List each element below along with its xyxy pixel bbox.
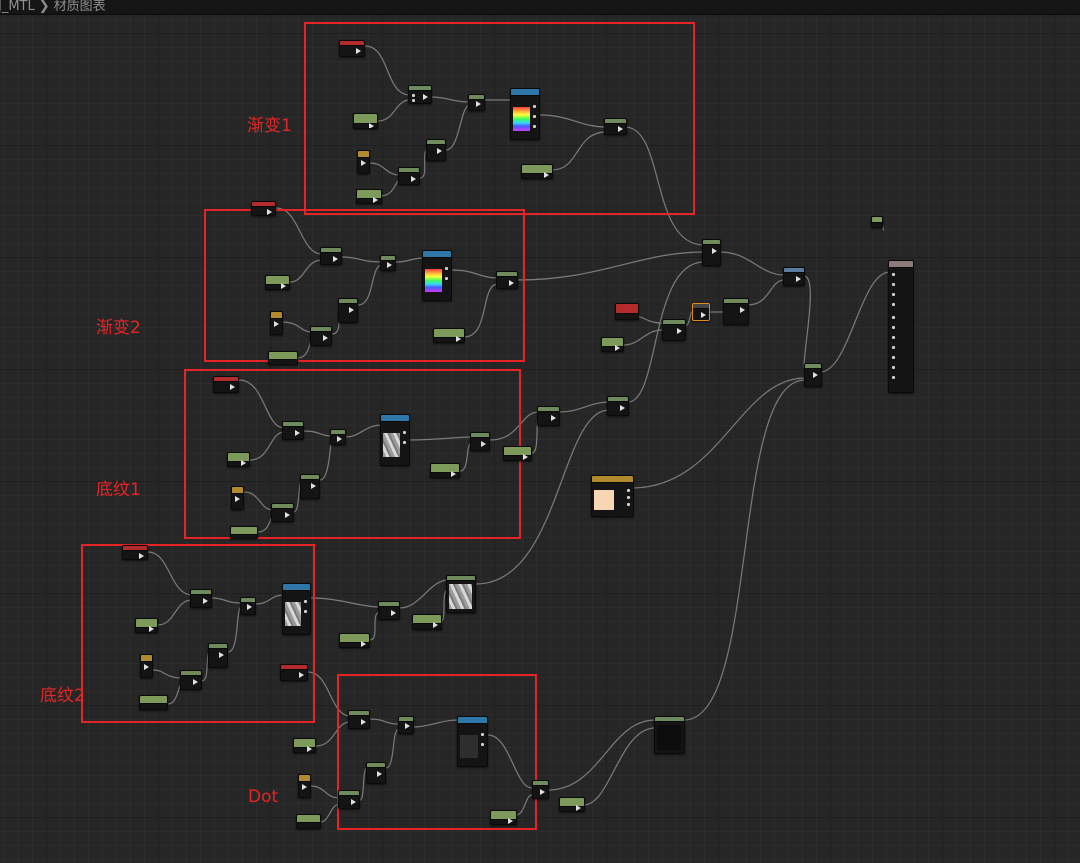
group-label-gradient1: 渐变1 (247, 116, 292, 136)
graph-node[interactable] (339, 633, 370, 648)
graph-node[interactable] (521, 164, 553, 179)
graph-node[interactable] (180, 670, 202, 690)
graph-node[interactable] (378, 601, 400, 620)
graph-node[interactable] (293, 738, 316, 753)
graph-node[interactable] (470, 432, 490, 451)
graph-node[interactable] (692, 303, 710, 321)
texture-sample-node[interactable] (282, 583, 311, 635)
graph-node[interactable] (366, 762, 386, 784)
graph-node[interactable] (348, 710, 370, 729)
graph-node[interactable] (496, 271, 518, 289)
graph-node[interactable] (339, 40, 365, 57)
group-box-gradient2 (204, 209, 525, 362)
texture-sample-node[interactable] (422, 250, 452, 301)
graph-node[interactable] (240, 597, 256, 615)
graph-node[interactable] (271, 503, 294, 522)
graph-node[interactable] (230, 526, 258, 539)
group-label-base2: 底纹2 (40, 686, 85, 706)
graph-node[interactable] (662, 319, 686, 341)
material-output-node[interactable] (888, 260, 914, 393)
graph-node[interactable] (559, 797, 585, 812)
group-label-dot: Dot (248, 787, 279, 807)
graph-node[interactable] (356, 189, 382, 204)
graph-node[interactable] (503, 446, 532, 461)
graph-node[interactable] (280, 664, 308, 681)
graph-node[interactable] (604, 118, 627, 135)
graph-node[interactable] (430, 463, 460, 478)
group-box-base2 (81, 544, 315, 723)
graph-node[interactable] (227, 452, 250, 467)
graph-node[interactable] (330, 429, 346, 445)
group-label-base1: 底纹1 (96, 480, 141, 500)
graph-node[interactable] (300, 474, 320, 499)
graph-node[interactable] (380, 255, 396, 271)
graph-node[interactable] (537, 406, 560, 426)
graph-node[interactable] (654, 716, 685, 754)
graph-node[interactable] (601, 337, 624, 352)
graph-node[interactable] (607, 396, 629, 416)
graph-node[interactable] (783, 267, 805, 286)
graph-node[interactable] (338, 790, 360, 809)
graph-node[interactable] (357, 150, 370, 174)
graph-node[interactable] (190, 589, 212, 608)
texture-sample-node[interactable] (446, 575, 476, 613)
graph-node[interactable] (804, 363, 822, 387)
graph-node[interactable] (702, 239, 721, 266)
graph-node[interactable] (231, 486, 244, 510)
graph-node[interactable] (398, 716, 414, 734)
graph-node[interactable] (140, 654, 153, 678)
graph-node[interactable] (398, 167, 420, 185)
graph-node[interactable] (532, 780, 549, 799)
graph-node[interactable] (122, 545, 148, 560)
graph-node[interactable] (251, 201, 276, 216)
graph-node[interactable] (426, 139, 446, 161)
texture-sample-node[interactable] (380, 414, 410, 466)
graph-node[interactable] (135, 618, 158, 633)
texture-sample-node[interactable] (457, 716, 488, 767)
graph-node[interactable] (265, 275, 290, 290)
group-box-dot (337, 674, 537, 830)
graph-node[interactable] (433, 328, 465, 343)
graph-node[interactable] (270, 311, 283, 335)
color-node[interactable] (591, 475, 634, 517)
group-label-gradient2: 渐变2 (96, 318, 141, 338)
graph-node[interactable] (268, 351, 298, 365)
graph-node[interactable] (353, 113, 378, 129)
graph-node[interactable] (723, 298, 749, 325)
graph-node[interactable] (871, 216, 883, 228)
graph-node[interactable] (208, 643, 228, 668)
graph-node[interactable] (338, 298, 358, 323)
graph-node[interactable] (296, 814, 321, 829)
texture-sample-node[interactable] (510, 88, 540, 140)
graph-node[interactable] (408, 85, 432, 104)
graph-node[interactable] (139, 695, 168, 710)
graph-node[interactable] (490, 810, 517, 825)
graph-node[interactable] (468, 94, 485, 111)
graph-node[interactable] (298, 774, 311, 798)
graph-node[interactable] (213, 376, 239, 393)
graph-node[interactable] (310, 326, 332, 346)
graph-node[interactable] (320, 247, 342, 265)
graph-node[interactable] (412, 614, 442, 630)
graph-node[interactable] (282, 421, 304, 440)
graph-node[interactable] (615, 303, 639, 320)
